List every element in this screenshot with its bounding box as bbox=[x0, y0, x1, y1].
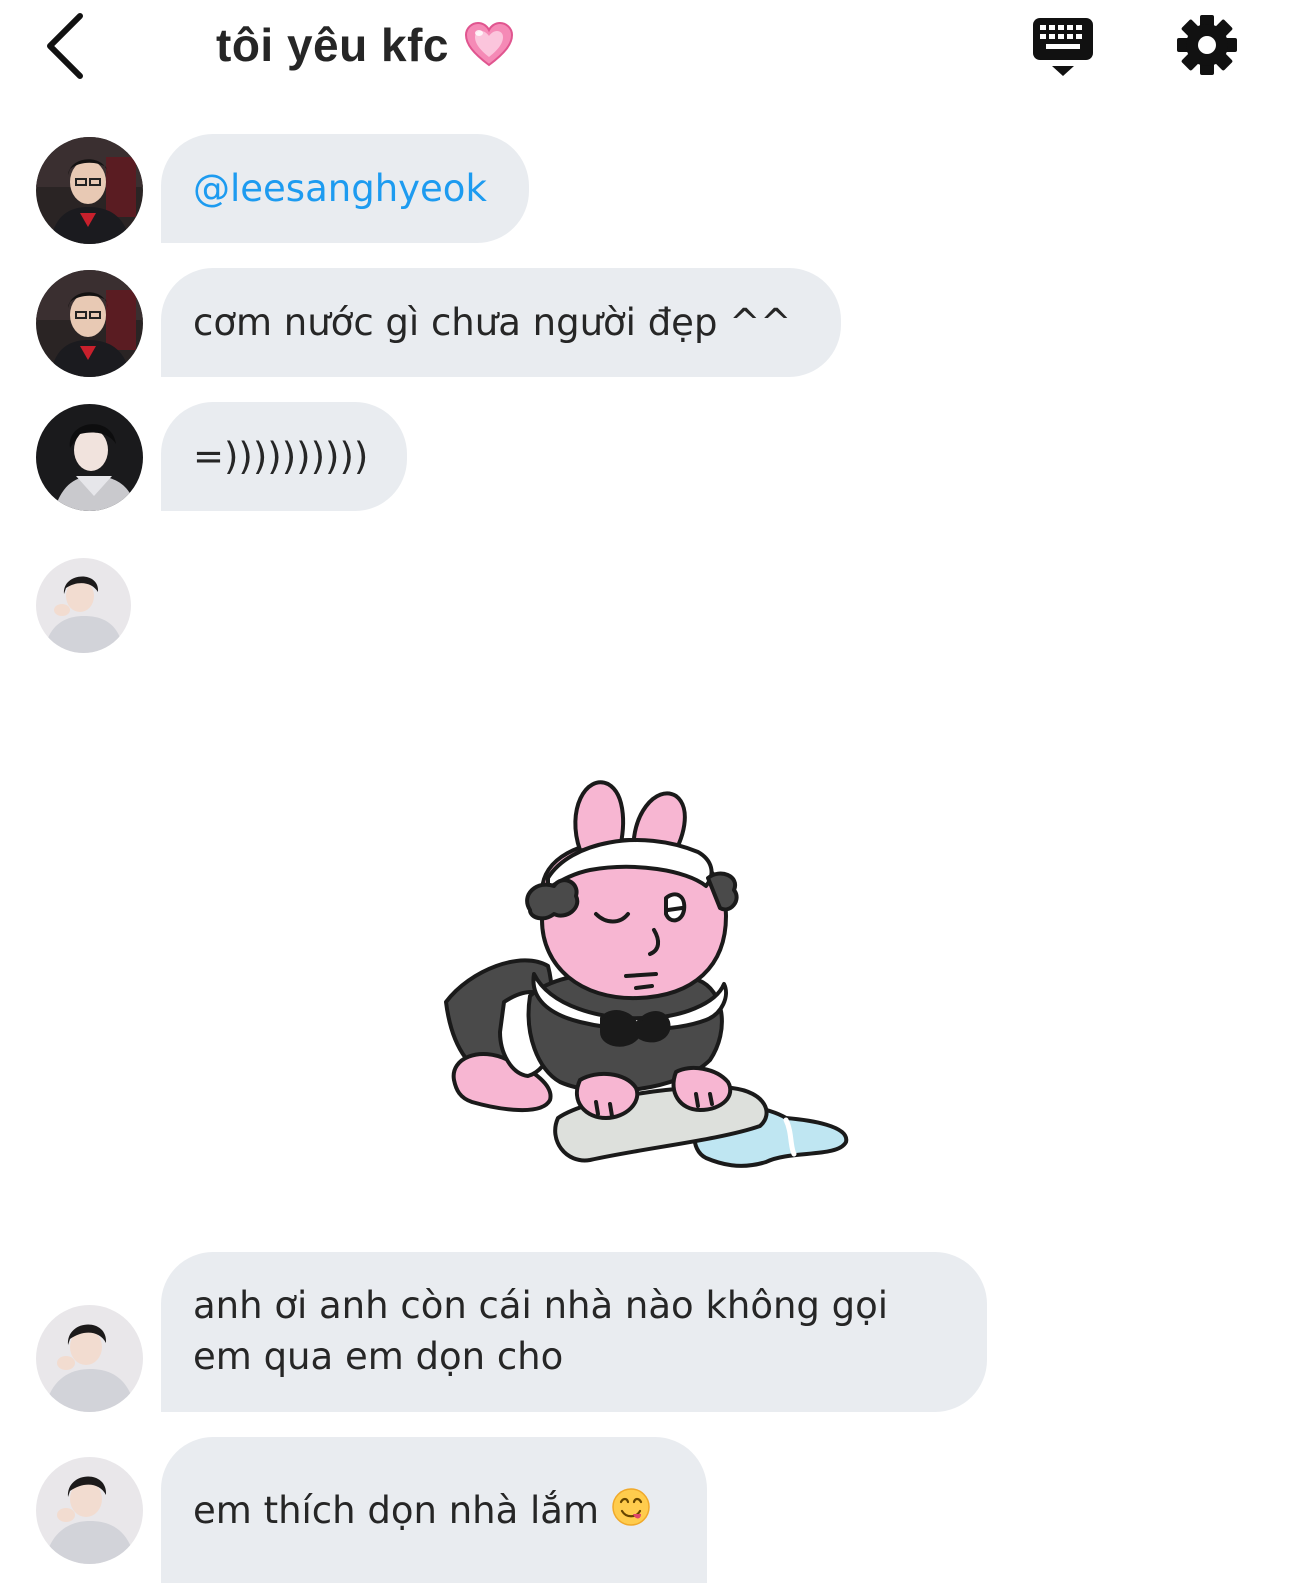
message-bubble[interactable]: =)))))))))) bbox=[161, 402, 407, 511]
message-text-line: anh ơi anh còn cái nhà nào không gọi bbox=[193, 1284, 889, 1327]
message-text: anh ơi anh còn cái nhà nào không gọi em … bbox=[193, 1280, 888, 1382]
avatar[interactable] bbox=[36, 1305, 143, 1412]
avatar[interactable] bbox=[36, 137, 143, 244]
message-text: cơm nước gì chưa người đẹp ^^ bbox=[193, 301, 792, 344]
message-bubble[interactable]: anh ơi anh còn cái nhà nào không gọi em … bbox=[161, 1252, 987, 1412]
chat-title-group[interactable]: tôi yêu kfc bbox=[216, 18, 515, 72]
chevron-left-icon bbox=[47, 13, 83, 79]
avatar[interactable] bbox=[36, 404, 143, 511]
message-text: em thích dọn nhà lắm bbox=[193, 1488, 600, 1532]
keyboard-icon bbox=[1033, 18, 1093, 76]
gear-icon bbox=[1177, 15, 1237, 75]
avatar[interactable] bbox=[36, 270, 143, 377]
chat-header: tôi yêu kfc bbox=[0, 0, 1290, 100]
avatar[interactable] bbox=[36, 558, 131, 653]
avatar[interactable] bbox=[36, 1457, 143, 1564]
message-bubble[interactable]: em thích dọn nhà lắm bbox=[161, 1437, 707, 1583]
pink-bunny-maid-cleaning-sticker[interactable] bbox=[430, 770, 860, 1190]
message-text-line: em qua em dọn cho bbox=[193, 1335, 564, 1378]
settings-button[interactable] bbox=[1174, 12, 1240, 78]
pink-heart-icon bbox=[463, 19, 515, 71]
yum-face-icon bbox=[611, 1487, 651, 1527]
back-button[interactable] bbox=[36, 10, 96, 80]
message-text: =)))))))))) bbox=[193, 435, 369, 478]
message-bubble[interactable]: cơm nước gì chưa người đẹp ^^ bbox=[161, 268, 841, 377]
user-mention-link[interactable]: @leesanghyeok bbox=[193, 163, 487, 214]
message-bubble[interactable]: @leesanghyeok bbox=[161, 134, 529, 243]
chat-title: tôi yêu kfc bbox=[216, 19, 450, 71]
keyboard-toggle-button[interactable] bbox=[1030, 14, 1096, 80]
